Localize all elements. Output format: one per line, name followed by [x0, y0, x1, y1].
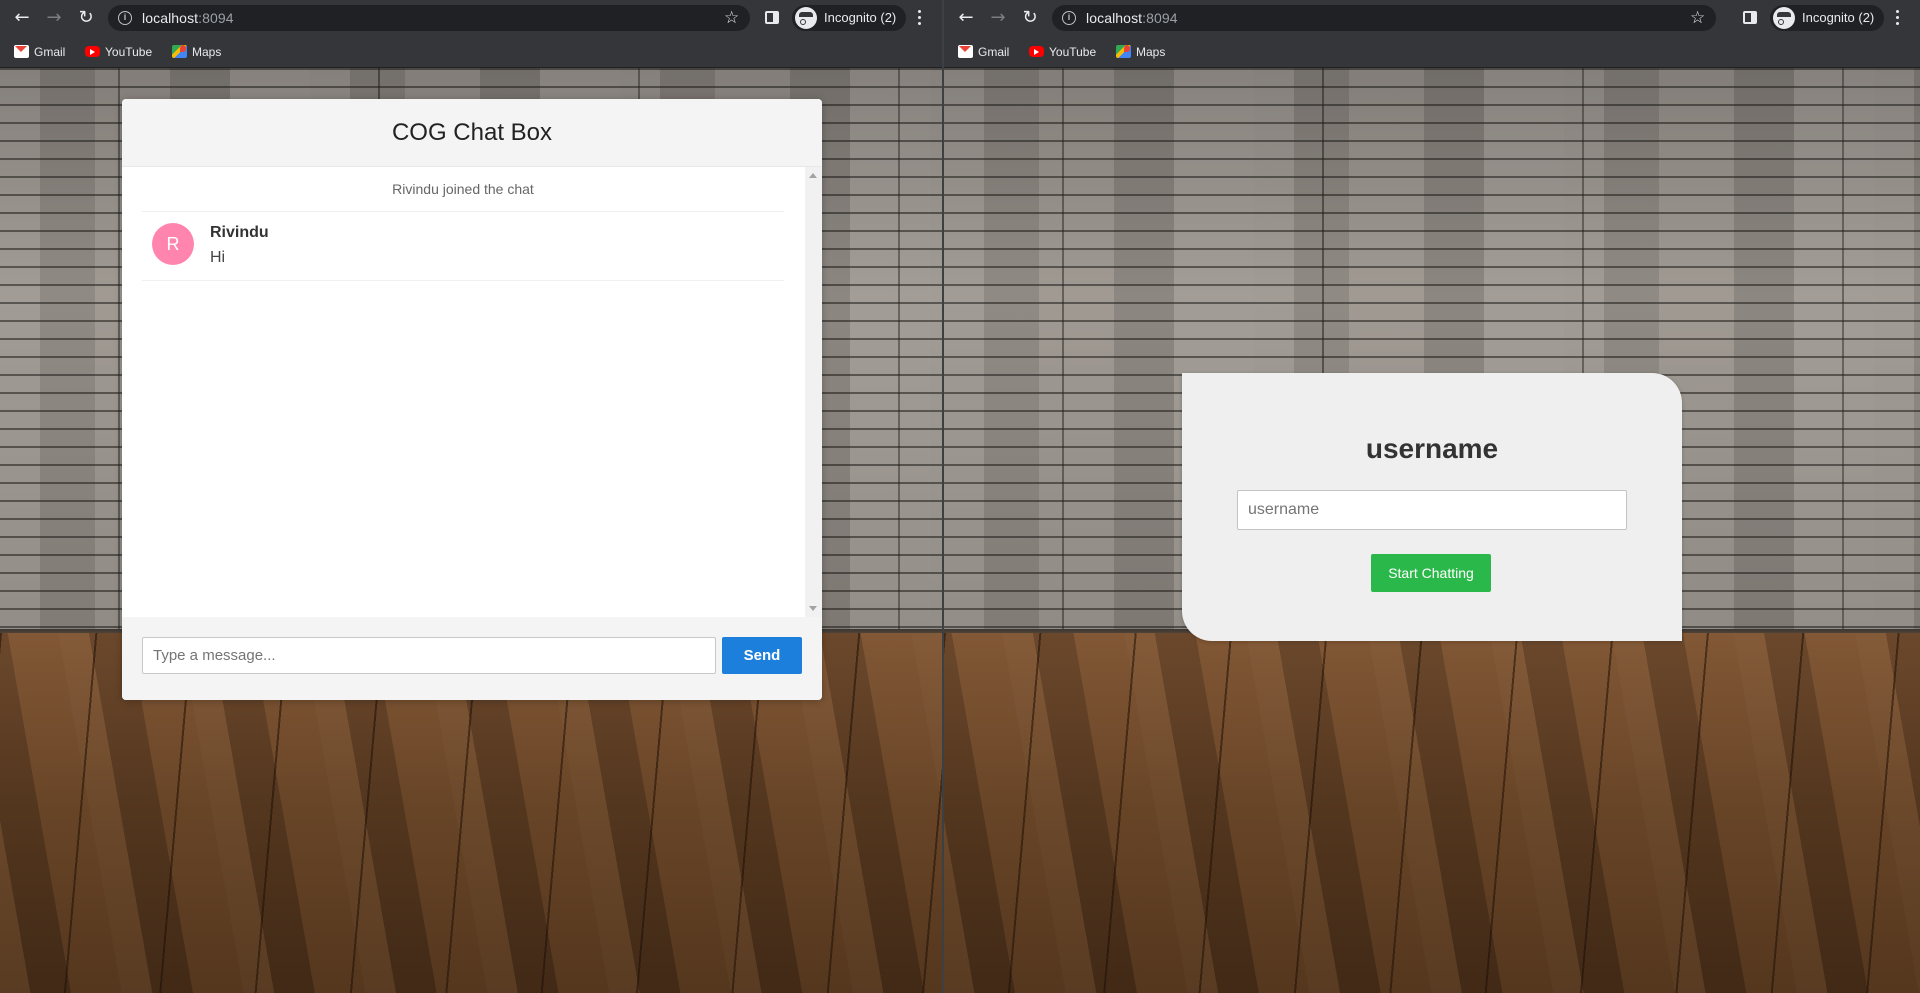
join-event-message: Rivindu joined the chat: [142, 167, 784, 212]
address-bar[interactable]: i localhost:8094 ☆: [108, 5, 750, 31]
wood-floor-background: [944, 633, 1920, 993]
chat-message: R Rivindu Hi: [142, 212, 784, 281]
message-text: Hi: [210, 249, 226, 266]
message-list: Rivindu joined the chat R Rivindu Hi: [142, 167, 784, 281]
chat-header: COG Chat Box: [122, 99, 822, 167]
forward-icon[interactable]: →: [986, 6, 1010, 30]
reload-icon[interactable]: ↻: [74, 6, 98, 30]
message-scrollbar[interactable]: [805, 167, 822, 617]
message-sender: Rivindu: [210, 224, 269, 241]
username-input[interactable]: [1237, 490, 1627, 530]
chat-box: COG Chat Box Rivindu joined the chat R R…: [122, 99, 822, 700]
bookmark-maps[interactable]: Maps: [1116, 44, 1165, 60]
bookmarks-bar: Gmail YouTube Maps: [944, 36, 1920, 68]
browser-toolbar: ← → ↻ i localhost:8094 ☆ Incognito (2): [0, 0, 942, 36]
bookmark-youtube[interactable]: YouTube: [85, 44, 152, 60]
url-text: localhost:8094: [142, 10, 234, 26]
youtube-icon: [85, 46, 100, 57]
message-area: Rivindu joined the chat R Rivindu Hi: [122, 167, 822, 617]
incognito-icon: [795, 7, 817, 29]
address-bar[interactable]: i localhost:8094 ☆: [1052, 5, 1716, 31]
incognito-badge[interactable]: Incognito (2): [792, 5, 907, 31]
back-icon[interactable]: ←: [954, 6, 978, 30]
bookmark-gmail[interactable]: Gmail: [14, 44, 65, 60]
gmail-icon: [14, 45, 29, 58]
message-form: Send: [122, 617, 822, 700]
maps-icon: [1116, 45, 1131, 58]
side-panel-icon[interactable]: [765, 11, 779, 24]
browser-menu-icon[interactable]: [1896, 8, 1900, 28]
page-viewport: COG Chat Box Rivindu joined the chat R R…: [0, 68, 942, 993]
gmail-icon: [958, 45, 973, 58]
browser-window-left: ← → ↻ i localhost:8094 ☆ Incognito (2) G…: [0, 0, 942, 993]
browser-window-right: ← → ↻ i localhost:8094 ☆ Incognito (2) G…: [944, 0, 1920, 993]
send-button[interactable]: Send: [722, 637, 802, 674]
message-input[interactable]: [142, 637, 716, 674]
incognito-label: Incognito (2): [824, 10, 897, 25]
site-info-icon[interactable]: i: [1062, 11, 1076, 25]
avatar: R: [152, 223, 194, 265]
site-info-icon[interactable]: i: [118, 11, 132, 25]
start-chatting-button[interactable]: Start Chatting: [1371, 554, 1491, 592]
bookmark-star-icon[interactable]: ☆: [724, 8, 739, 28]
scroll-down-icon[interactable]: [809, 606, 817, 611]
page-viewport: username Start Chatting: [944, 68, 1920, 993]
incognito-icon: [1773, 7, 1795, 29]
forward-icon[interactable]: →: [42, 6, 66, 30]
username-card: username Start Chatting: [1182, 373, 1682, 641]
maps-icon: [172, 45, 187, 58]
side-panel-icon[interactable]: [1743, 11, 1757, 24]
username-title: username: [1365, 433, 1499, 464]
incognito-badge[interactable]: Incognito (2): [1770, 5, 1885, 31]
browser-toolbar: ← → ↻ i localhost:8094 ☆ Incognito (2): [944, 0, 1920, 36]
chat-title: COG Chat Box: [391, 119, 553, 146]
scroll-up-icon[interactable]: [809, 173, 817, 178]
incognito-label: Incognito (2): [1802, 10, 1875, 25]
back-icon[interactable]: ←: [10, 6, 34, 30]
bookmarks-bar: Gmail YouTube Maps: [0, 36, 942, 68]
reload-icon[interactable]: ↻: [1018, 6, 1042, 30]
bookmark-maps[interactable]: Maps: [172, 44, 221, 60]
bookmark-gmail[interactable]: Gmail: [958, 44, 1009, 60]
browser-menu-icon[interactable]: [918, 8, 922, 28]
youtube-icon: [1029, 46, 1044, 57]
bookmark-youtube[interactable]: YouTube: [1029, 44, 1096, 60]
bookmark-star-icon[interactable]: ☆: [1690, 8, 1705, 28]
url-text: localhost:8094: [1086, 10, 1178, 26]
